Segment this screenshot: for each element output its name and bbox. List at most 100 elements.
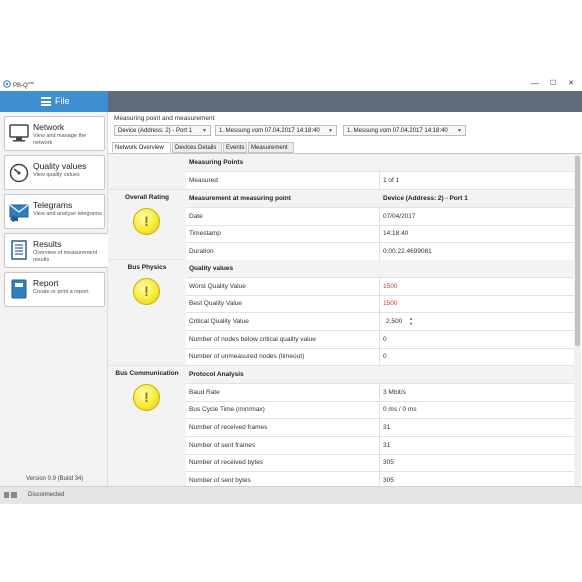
nav-desc: View and manage the network: [33, 133, 87, 146]
nav-title: Telegrams: [33, 200, 73, 210]
row-label: Baud Rate: [189, 389, 220, 396]
section-title: Bus Communication: [115, 370, 179, 377]
table-row: Number of nodes below critical quality v…: [186, 331, 574, 349]
row-label: Timestamp: [189, 230, 221, 237]
device-select[interactable]: Device (Address: 2) - Port 1 ▼: [114, 125, 211, 136]
header-bar: [108, 91, 582, 112]
table-row: Number of received frames 31: [186, 419, 574, 437]
table-row: Timestamp 14:18:40: [186, 225, 574, 243]
nav-desc: View quality values: [33, 172, 80, 178]
row-label: Protocol Analysis: [189, 371, 244, 378]
measurement-select-value: 1. Messung vom 07.04.2017 14:18:40: [219, 128, 320, 134]
row-label: Measurement at measuring point: [189, 195, 291, 202]
app-window: PB-Qone — ☐ ✕ File Network View and mana…: [0, 77, 582, 504]
tab-measurement[interactable]: Measurement: [248, 142, 294, 153]
nav-item-network[interactable]: Network View and manage the network: [4, 116, 105, 151]
file-menu-button[interactable]: File: [0, 91, 108, 112]
scrollbar-thumb[interactable]: [575, 156, 580, 346]
table-row: Quality values: [186, 260, 574, 278]
critical-quality-input[interactable]: 2,500: [386, 313, 402, 330]
table-row: Number of sent frames 31: [186, 437, 574, 455]
vertical-scrollbar[interactable]: [574, 154, 581, 487]
file-menu-label: File: [55, 96, 70, 106]
table-row: Worst Quality Value 1500: [186, 278, 574, 296]
table-row: Number of received bytes 305: [186, 454, 574, 472]
nav-title: Network: [33, 122, 65, 132]
close-button[interactable]: ✕: [562, 78, 580, 90]
row-label: Number of sent frames: [189, 442, 256, 449]
row-value: 305: [383, 477, 394, 484]
row-value: 305: [383, 459, 394, 466]
section-title: Overall Rating: [124, 194, 170, 201]
row-label: Duration: [189, 248, 214, 255]
row-value: 31: [383, 442, 391, 449]
table-row: Bus Cycle Time (min/max) 0 ms / 0 ms: [186, 401, 574, 419]
title-bar: PB-Qone — ☐ ✕: [0, 77, 582, 91]
chevron-down-icon: ▼: [328, 128, 333, 134]
row-label: Measured: [189, 177, 218, 184]
nav-item-results[interactable]: Results Overview of measurement results: [4, 233, 108, 268]
table-row: Measuring Points: [186, 154, 574, 172]
nav-title: Report: [33, 278, 59, 288]
device-select-value: Device (Address: 2) - Port 1: [118, 128, 193, 134]
nav-item-quality-values[interactable]: Quality values View quality values: [4, 155, 105, 190]
table-row: Measurement at measuring point Device (A…: [186, 190, 574, 208]
table-row: Duration 0:00:22.4699081: [186, 243, 574, 261]
nav-item-report[interactable]: Report Create or print a report: [4, 272, 105, 307]
overview-table: Overall Rating ! Bus Physics ! Bus Commu…: [108, 153, 582, 487]
warning-bulb-icon: !: [133, 208, 160, 235]
measurement-select-2[interactable]: 1. Messung vom 07.04.2017 14:18:40 ▼: [343, 125, 466, 136]
row-value: 0: [383, 353, 387, 360]
warning-bulb-icon: !: [133, 384, 160, 411]
table-row: Protocol Analysis: [186, 366, 574, 384]
row-value: 3 Mbit/s: [383, 389, 406, 396]
section-overall-rating: Overall Rating !: [108, 190, 186, 260]
chevron-down-icon: ▼: [202, 128, 207, 134]
row-label: Quality values: [189, 265, 234, 272]
envelope-icon: [9, 204, 29, 222]
main-panel: Measuring point and measurement Device (…: [108, 112, 582, 487]
disconnected-plug-icon: [4, 492, 17, 498]
row-value: 0:00:22.4699081: [383, 248, 432, 255]
document-list-icon: [11, 240, 27, 260]
row-value: 1500: [383, 283, 398, 290]
tab-network-overview[interactable]: Network Overview: [112, 142, 171, 153]
tab-devices-details[interactable]: Devices Details: [172, 142, 222, 153]
report-book-icon: [11, 279, 27, 299]
chevron-down-icon: ▼: [457, 128, 462, 134]
table-row: Critical Quality Value 2,500 ▲ ▼: [186, 313, 574, 331]
measurement-select-1[interactable]: 1. Messung vom 07.04.2017 14:18:40 ▼: [215, 125, 337, 136]
nav-desc: Create or print a report: [33, 289, 89, 295]
app-logo-icon: [3, 80, 11, 88]
row-label: Best Quality Value: [189, 300, 242, 307]
nav-desc: View and analyse telegrams: [33, 211, 102, 217]
row-value: Device (Address: 2) - Port 1: [383, 195, 468, 202]
table-row: Baud Rate 3 Mbit/s: [186, 384, 574, 402]
hamburger-icon: [41, 97, 51, 106]
nav-item-telegrams[interactable]: Telegrams View and analyse telegrams: [4, 194, 105, 229]
row-value: 31: [383, 424, 391, 431]
row-value: 0: [383, 336, 387, 343]
row-value: 14:18:40: [383, 230, 409, 237]
table-row: Date 07/04/2017: [186, 208, 574, 226]
version-label: Version 0.9 (Build 34): [26, 476, 84, 482]
network-monitor-icon: [9, 124, 29, 142]
nav-title: Results: [33, 239, 62, 249]
tab-events[interactable]: Events: [223, 142, 247, 153]
minimize-button[interactable]: —: [526, 78, 544, 90]
row-label: Number of sent bytes: [189, 477, 251, 484]
maximize-button[interactable]: ☐: [544, 78, 562, 90]
row-value: 07/04/2017: [383, 213, 416, 220]
row-label: Bus Cycle Time (min/max): [189, 406, 265, 413]
table-row: Measured 1 of 1: [186, 172, 574, 190]
row-label: Critical Quality Value: [189, 318, 249, 325]
row-label: Date: [189, 213, 203, 220]
nav-desc: Overview of measurement results: [33, 250, 98, 263]
nav-title: Quality values: [33, 161, 87, 171]
spinner-arrows-icon[interactable]: ▲ ▼: [409, 316, 413, 326]
section-bus-communication: Bus Communication !: [108, 366, 186, 487]
section-title: Bus Physics: [127, 264, 167, 271]
measurement-select-value: 1. Messung vom 07.04.2017 14:18:40: [347, 128, 448, 134]
row-label: Number of nodes below critical quality v…: [189, 336, 316, 343]
app-title: PB-Qone: [13, 80, 35, 89]
